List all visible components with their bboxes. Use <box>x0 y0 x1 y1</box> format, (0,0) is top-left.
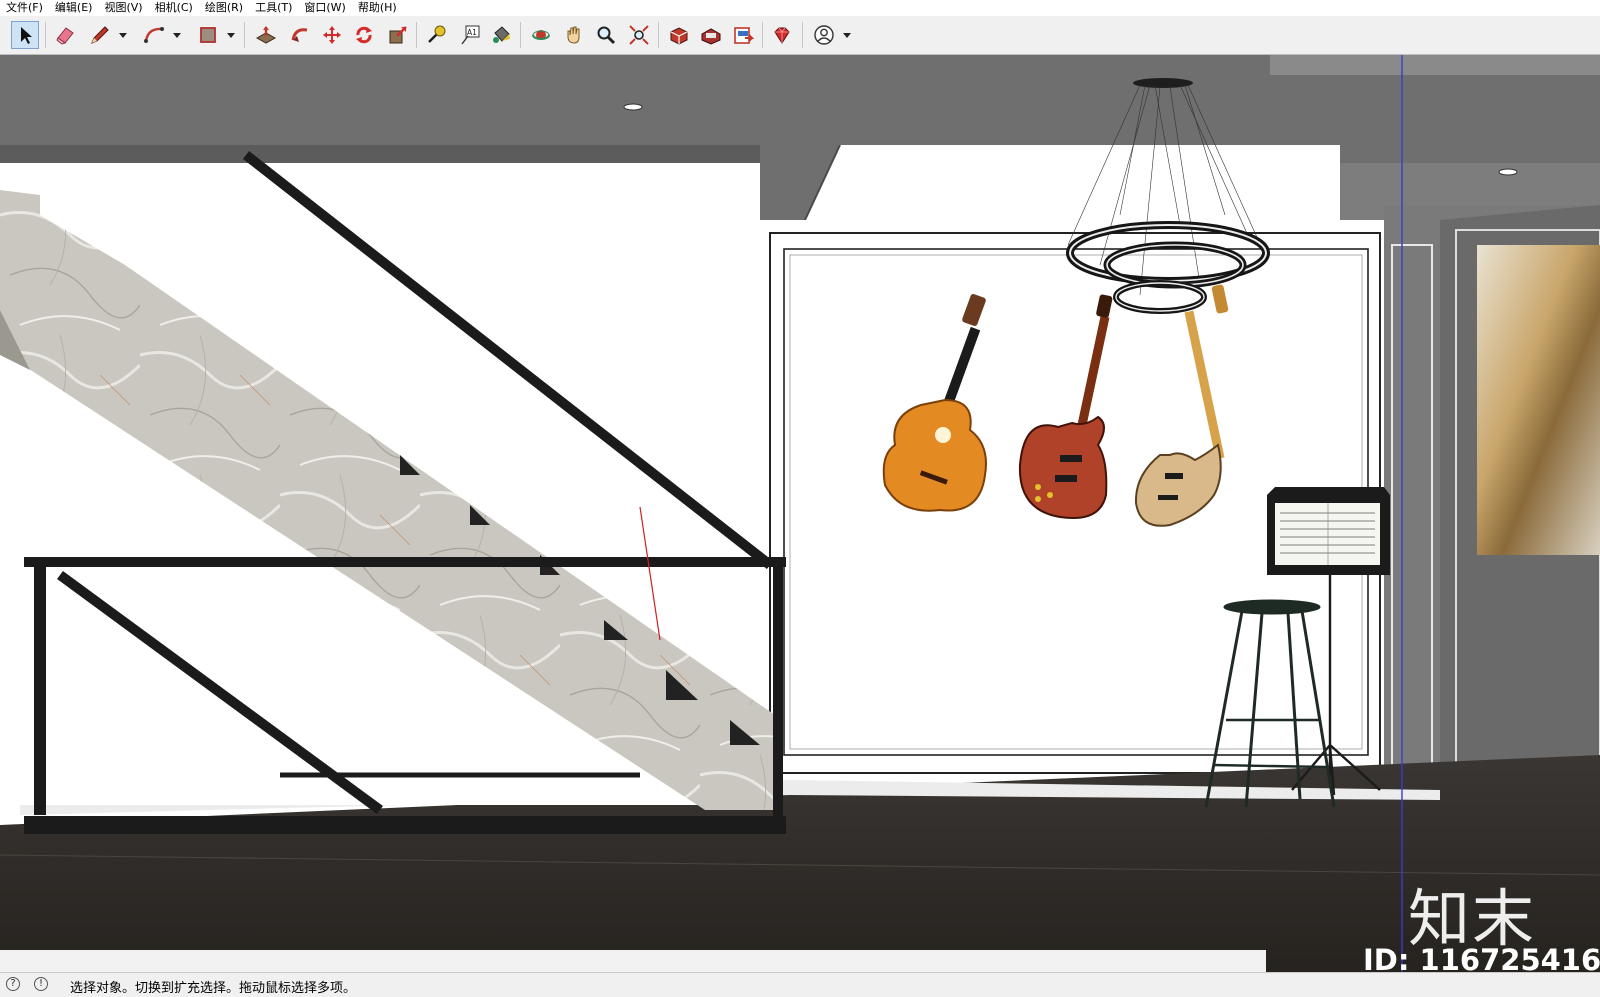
toolbar-separator <box>45 22 46 48</box>
scale-tool-button[interactable] <box>384 21 412 49</box>
status-message: 选择对象。切换到扩充选择。拖动鼠标选择多项。 <box>70 981 357 996</box>
layout-send-button[interactable] <box>729 21 757 49</box>
main-toolbar: A1 <box>0 16 1600 55</box>
extension-warehouse-icon <box>701 28 721 45</box>
zoom-extents-tool-button[interactable] <box>625 21 653 49</box>
hand-icon <box>567 26 580 44</box>
user-account-icon <box>814 25 834 45</box>
scale-icon <box>389 26 407 44</box>
ruby-gem-icon <box>774 27 790 44</box>
select-tool-button[interactable] <box>11 21 39 49</box>
scene-canvas[interactable] <box>0 55 1600 972</box>
arc-tool-button[interactable] <box>140 21 168 49</box>
toolbar-separator <box>416 22 417 48</box>
text-tool-button[interactable]: A1 <box>456 21 484 49</box>
red-axis-line <box>639 506 661 641</box>
paint-bucket-icon <box>493 26 510 43</box>
pencil-icon <box>91 26 109 44</box>
menu-file[interactable]: 文件(F) <box>0 0 49 16</box>
toolbar-separator <box>244 22 245 48</box>
follow-me-tool-button[interactable] <box>286 21 314 49</box>
info-icon[interactable]: ! <box>34 977 48 991</box>
move-arrows-icon <box>323 26 341 44</box>
menu-edit[interactable]: 编辑(E) <box>49 0 99 16</box>
toolbar-separator <box>802 22 803 48</box>
svg-text:A1: A1 <box>467 28 477 37</box>
menu-help[interactable]: 帮助(H) <box>352 0 403 16</box>
menu-camera[interactable]: 相机(C) <box>149 0 199 16</box>
magnifier-icon <box>597 26 616 45</box>
chevron-down-icon[interactable] <box>842 29 852 41</box>
ruby-console-button[interactable] <box>768 21 796 49</box>
arc-icon <box>144 27 164 43</box>
menu-bar: 文件(F) 编辑(E) 视图(V) 相机(C) 绘图(R) 工具(T) 窗口(W… <box>0 0 1600 16</box>
3d-warehouse-button[interactable] <box>665 21 693 49</box>
extension-warehouse-button[interactable] <box>697 21 725 49</box>
wall-painting <box>1477 245 1600 555</box>
warehouse-icon <box>670 27 688 45</box>
rotate-icon <box>356 26 372 44</box>
rectangle-tool-button[interactable] <box>194 21 222 49</box>
status-bar: ? ! 选择对象。切换到扩充选择。拖动鼠标选择多项。 <box>0 972 1600 997</box>
chevron-down-icon[interactable] <box>172 29 182 41</box>
orbit-tool-button[interactable] <box>527 21 555 49</box>
geo-location-icon[interactable]: ? <box>6 977 20 991</box>
menu-window[interactable]: 窗口(W) <box>298 0 351 16</box>
toolbar-separator <box>520 22 521 48</box>
text-label-icon: A1 <box>461 25 480 45</box>
pencil-tool-button[interactable] <box>86 21 114 49</box>
rectangle-icon <box>200 27 216 43</box>
account-button[interactable] <box>810 21 838 49</box>
zoom-tool-button[interactable] <box>592 21 620 49</box>
pan-tool-button[interactable] <box>560 21 588 49</box>
zoom-extents-icon <box>629 25 649 45</box>
eraser-icon <box>56 27 74 45</box>
chevron-down-icon[interactable] <box>226 29 236 41</box>
push-pull-icon <box>255 26 277 44</box>
menu-tools[interactable]: 工具(T) <box>249 0 298 16</box>
follow-me-icon <box>291 28 308 42</box>
tape-measure-tool-button[interactable] <box>422 21 450 49</box>
ceiling <box>0 55 1600 221</box>
tape-measure-icon <box>428 25 446 43</box>
push-pull-tool-button[interactable] <box>252 21 280 49</box>
chevron-down-icon[interactable] <box>118 29 128 41</box>
rotate-tool-button[interactable] <box>350 21 378 49</box>
move-tool-button[interactable] <box>318 21 346 49</box>
marble-staircase <box>0 190 775 810</box>
menu-draw[interactable]: 绘图(R) <box>199 0 249 16</box>
cursor-arrow-icon <box>21 27 32 44</box>
eraser-tool-button[interactable] <box>51 21 79 49</box>
orbit-icon <box>532 30 550 40</box>
paint-bucket-tool-button[interactable] <box>487 21 515 49</box>
layout-document-icon <box>734 27 754 44</box>
menu-view[interactable]: 视图(V) <box>98 0 148 16</box>
toolbar-separator <box>658 22 659 48</box>
3d-viewport[interactable] <box>0 55 1600 972</box>
toolbar-separator <box>762 22 763 48</box>
